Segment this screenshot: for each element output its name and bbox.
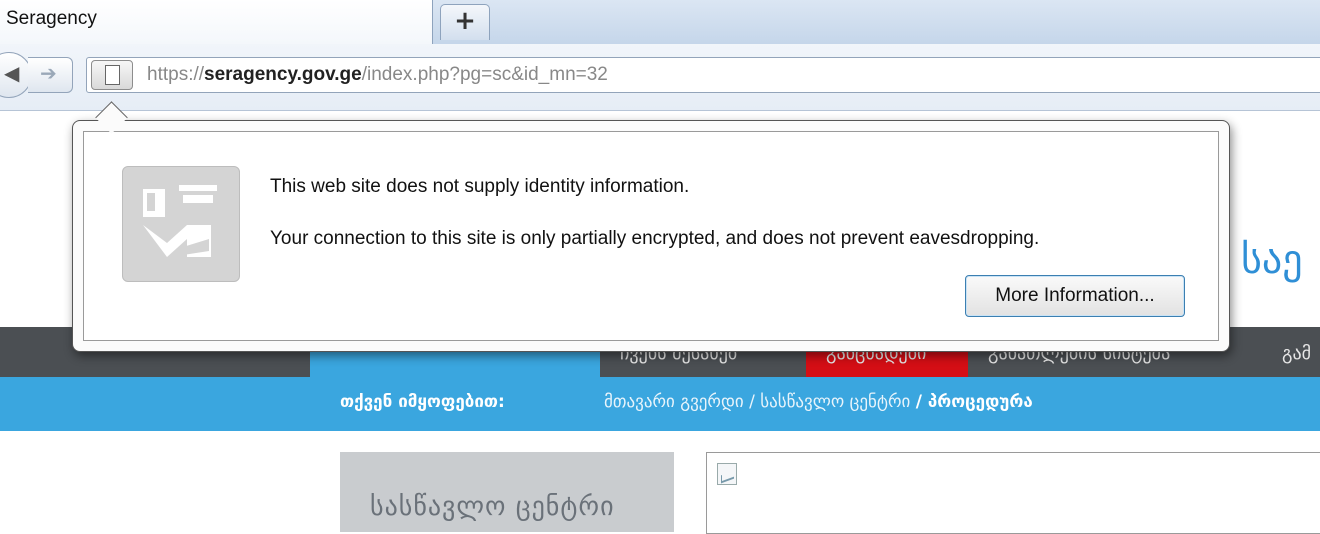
url-scheme: https://	[147, 64, 205, 85]
url-host: seragency.gov.ge	[204, 64, 362, 85]
navigation-toolbar: ◀ ➔ https://seragency.gov.ge/index.php?p…	[0, 44, 1320, 111]
identity-popup: This web site does not supply identity i…	[72, 120, 1230, 352]
back-arrow-icon: ◀	[4, 61, 20, 85]
encryption-message: Your connection to this site is only par…	[270, 228, 1040, 249]
site-identity-button[interactable]	[91, 60, 133, 90]
tab-strip: Seragency +	[0, 0, 1320, 44]
forward-button[interactable]: ➔	[28, 57, 73, 93]
forward-arrow-icon: ➔	[40, 61, 57, 85]
broken-image-icon	[717, 463, 737, 485]
passport-officer-icon	[122, 166, 240, 282]
more-information-button[interactable]: More Information...	[965, 275, 1185, 317]
identity-message: This web site does not supply identity i…	[270, 176, 690, 197]
browser-tab[interactable]: Seragency	[0, 0, 433, 44]
breadcrumb-path: მთავარი გვერდი / სასწავლო ცენტრი / პროცე…	[604, 392, 1033, 412]
url-path: /index.php?pg=sc&id_mn=32	[361, 64, 608, 85]
url-bar[interactable]: https://seragency.gov.ge/index.php?pg=sc…	[86, 57, 1320, 93]
sidebar-section: სასწავლო ცენტრი	[340, 452, 674, 532]
page-icon	[105, 65, 120, 85]
identity-popup-body: This web site does not supply identity i…	[83, 131, 1219, 341]
new-tab-button[interactable]: +	[440, 4, 490, 40]
tab-title: Seragency	[6, 8, 97, 29]
url-text[interactable]: https://seragency.gov.ge/index.php?pg=sc…	[147, 64, 608, 86]
breadcrumb-current: / პროცედურა	[915, 392, 1033, 412]
breadcrumb-links[interactable]: მთავარი გვერდი / სასწავლო ცენტრი	[604, 392, 910, 412]
passport-officer-graphic	[143, 185, 217, 257]
breadcrumb-prefix: თქვენ იმყოფებით:	[340, 392, 505, 412]
breadcrumb: თქვენ იმყოფებით: მთავარი გვერდი / სასწავ…	[0, 377, 1320, 431]
content-area	[706, 452, 1320, 534]
menu-item-more[interactable]: გამ	[1282, 343, 1311, 364]
